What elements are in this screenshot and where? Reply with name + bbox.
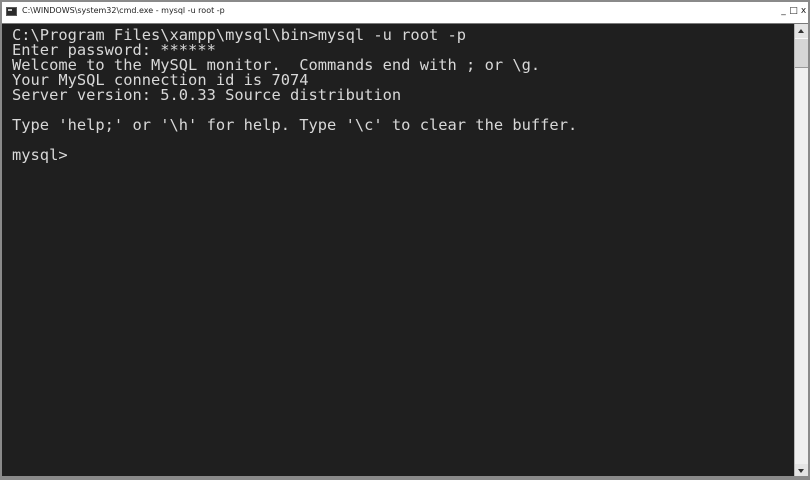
window-controls: _ □ x bbox=[779, 5, 808, 19]
mysql-prompt[interactable]: mysql> bbox=[12, 147, 794, 163]
console-output[interactable]: C:\Program Files\xampp\mysql\bin>mysql -… bbox=[2, 24, 794, 478]
close-button[interactable]: x bbox=[799, 5, 808, 18]
window-bottom-border bbox=[2, 476, 808, 478]
scroll-thumb[interactable] bbox=[795, 38, 808, 68]
title-bar[interactable]: C:\WINDOWS\system32\cmd.exe - mysql -u r… bbox=[2, 2, 808, 24]
window-title: C:\WINDOWS\system32\cmd.exe - mysql -u r… bbox=[22, 6, 225, 15]
console-window-icon bbox=[6, 7, 17, 16]
maximize-button[interactable]: □ bbox=[789, 5, 798, 18]
console-line-server-version: Server version: 5.0.33 Source distributi… bbox=[12, 86, 402, 104]
scroll-up-button[interactable] bbox=[795, 24, 808, 38]
vertical-scrollbar[interactable] bbox=[794, 24, 808, 478]
console-line-help: Type 'help;' or '\h' for help. Type '\c'… bbox=[12, 116, 578, 134]
minimize-button[interactable]: _ bbox=[779, 5, 788, 18]
command-prompt-window: C:\WINDOWS\system32\cmd.exe - mysql -u r… bbox=[0, 0, 810, 480]
